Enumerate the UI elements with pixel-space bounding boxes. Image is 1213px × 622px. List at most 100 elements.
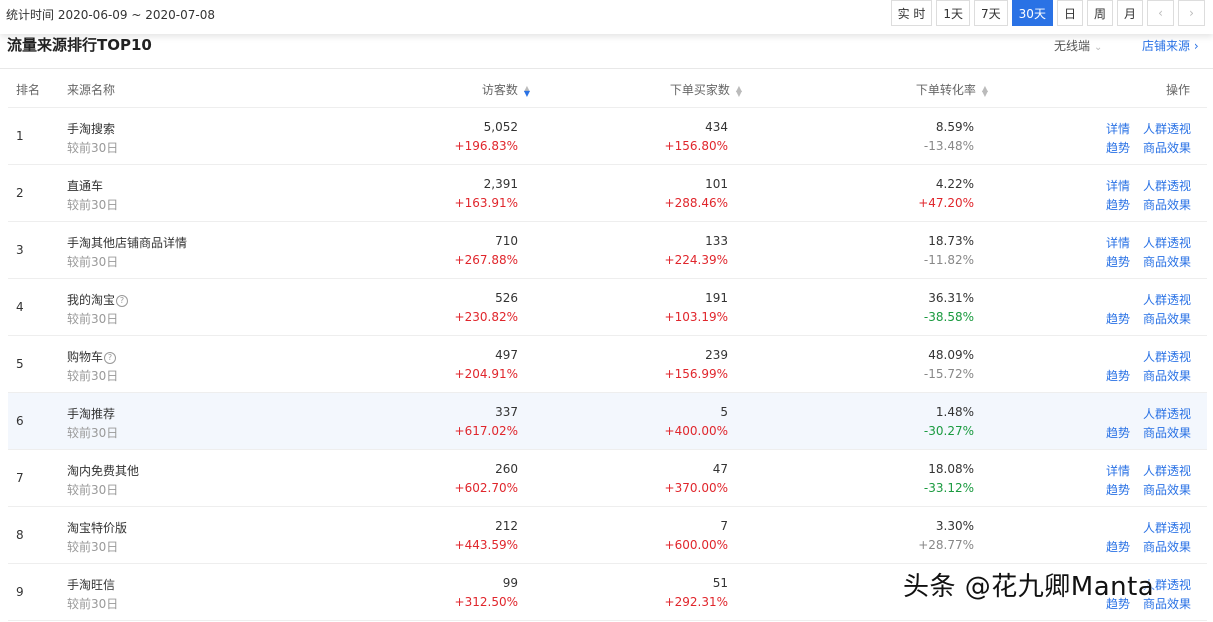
conversion-delta: +28.77% <box>918 538 974 552</box>
goods-effect-link[interactable]: 商品效果 <box>1143 196 1191 213</box>
col-conversion[interactable]: 下单转化率 ▲ ▼ <box>916 81 988 98</box>
buyers-value: 47 <box>712 462 728 476</box>
source-name-text: 直通车 <box>67 179 104 193</box>
visitors-delta: +312.50% <box>454 595 518 609</box>
visitors-value: 99 <box>502 576 518 590</box>
buyers-delta: +156.99% <box>664 367 728 381</box>
buyers-value: 434 <box>705 120 728 134</box>
period-realtime-button[interactable]: 实 时 <box>890 0 933 26</box>
rank-cell: 2 <box>16 186 24 200</box>
table-row: 8 淘宝特价版 较前30日 212 +443.59% 7 +600.00% 3.30% +28.… <box>8 507 1207 564</box>
buyers-value: 5 <box>720 405 728 419</box>
visitors-value: 526 <box>495 291 518 305</box>
trend-link[interactable]: 趋势 <box>1106 367 1130 384</box>
source-name-text: 手淘推荐 <box>67 407 116 421</box>
prev-period-button[interactable]: ‹ <box>1147 0 1174 26</box>
device-dropdown[interactable]: 无线端 ⌄ <box>1054 37 1102 54</box>
visitors-value: 337 <box>495 405 518 419</box>
compare-label: 较前30日 <box>67 540 119 554</box>
crowd-link[interactable]: 人群透视 <box>1143 177 1191 194</box>
conversion-value: 18.73% <box>928 234 974 248</box>
visitors-delta: +617.02% <box>454 424 518 438</box>
source-name: 手淘其他店铺商品详情 <box>67 234 187 251</box>
trend-link[interactable]: 趋势 <box>1106 538 1130 555</box>
crowd-link[interactable]: 人群透视 <box>1143 405 1191 422</box>
source-name: 淘宝特价版 <box>67 519 127 536</box>
buyers-delta: +156.80% <box>664 139 728 153</box>
table-row: 6 手淘推荐 较前30日 337 +617.02% 5 +400.00% 1.48% -30.2… <box>8 393 1207 450</box>
period-1day-button[interactable]: 1天 <box>936 0 971 26</box>
goods-effect-link[interactable]: 商品效果 <box>1143 367 1191 384</box>
rank-cell: 4 <box>16 300 24 314</box>
trend-link[interactable]: 趋势 <box>1106 253 1130 270</box>
compare-label: 较前30日 <box>67 483 119 497</box>
rank-cell: 9 <box>16 585 24 599</box>
trend-link[interactable]: 趋势 <box>1106 196 1130 213</box>
conversion-delta: -11.82% <box>923 253 974 267</box>
source-name: 购物车? <box>67 348 117 365</box>
trend-link[interactable]: 趋势 <box>1106 310 1130 327</box>
help-icon[interactable]: ? <box>104 352 117 364</box>
trend-link[interactable]: 趋势 <box>1106 481 1130 498</box>
crowd-link[interactable]: 人群透视 <box>1143 519 1191 536</box>
visitors-delta: +163.91% <box>454 196 518 210</box>
col-visitors[interactable]: 访客数 ▲ ▼ <box>482 81 530 98</box>
period-30day-button[interactable]: 30天 <box>1011 0 1053 26</box>
rank-cell: 1 <box>16 129 24 143</box>
sort-icon[interactable]: ▲ ▼ <box>982 84 988 97</box>
stat-date-range: 统计时间 2020-06-09 ~ 2020-07-08 <box>6 8 215 22</box>
goods-effect-link[interactable]: 商品效果 <box>1143 310 1191 327</box>
source-name-text: 淘宝特价版 <box>67 521 128 535</box>
detail-link[interactable]: 详情 <box>1106 177 1130 194</box>
source-name: 我的淘宝? <box>67 291 129 308</box>
buyers-value: 191 <box>705 291 728 305</box>
sort-icon[interactable]: ▲ ▼ <box>736 84 742 97</box>
visitors-value: 2,391 <box>483 177 518 191</box>
next-period-button[interactable]: › <box>1178 0 1205 26</box>
conversion-value: 3.30% <box>935 519 974 533</box>
section-title: 流量来源排行TOP10 <box>7 36 152 54</box>
rank-cell: 8 <box>16 528 24 542</box>
source-name-text: 淘内免费其他 <box>67 464 140 478</box>
compare-label: 较前30日 <box>67 597 119 611</box>
shop-source-link[interactable]: 店铺来源 › <box>1142 37 1199 54</box>
col-buyers[interactable]: 下单买家数 ▲ ▼ <box>670 81 742 98</box>
period-week-button[interactable]: 周 <box>1086 0 1113 26</box>
source-name: 手淘旺信 <box>67 576 115 593</box>
period-month-button[interactable]: 月 <box>1116 0 1143 26</box>
period-7day-button[interactable]: 7天 <box>974 0 1008 26</box>
source-name: 直通车 <box>67 177 103 194</box>
chevron-right-icon: › <box>1193 39 1199 53</box>
source-name: 手淘推荐 <box>67 405 115 422</box>
detail-link[interactable]: 详情 <box>1106 462 1130 479</box>
sort-icon[interactable]: ▲ ▼ <box>524 84 530 97</box>
goods-effect-link[interactable]: 商品效果 <box>1143 424 1191 441</box>
goods-effect-link[interactable]: 商品效果 <box>1143 481 1191 498</box>
col-source: 来源名称 <box>67 83 116 97</box>
goods-effect-link[interactable]: 商品效果 <box>1143 538 1191 555</box>
source-name-text: 购物车 <box>67 350 104 364</box>
visitors-delta: +230.82% <box>454 310 518 324</box>
trend-link[interactable]: 趋势 <box>1106 424 1130 441</box>
help-icon[interactable]: ? <box>116 295 129 307</box>
compare-label: 较前30日 <box>67 255 119 269</box>
rank-cell: 5 <box>16 357 24 371</box>
trend-link[interactable]: 趋势 <box>1106 139 1130 156</box>
crowd-link[interactable]: 人群透视 <box>1143 234 1191 251</box>
goods-effect-link[interactable]: 商品效果 <box>1143 139 1191 156</box>
period-day-button[interactable]: 日 <box>1056 0 1083 26</box>
crowd-link[interactable]: 人群透视 <box>1143 462 1191 479</box>
table-row: 7 淘内免费其他 较前30日 260 +602.70% 47 +370.00% 18.08% -… <box>8 450 1207 507</box>
crowd-link[interactable]: 人群透视 <box>1143 291 1191 308</box>
conversion-value: 18.08% <box>928 462 974 476</box>
goods-effect-link[interactable]: 商品效果 <box>1143 253 1191 270</box>
visitors-value: 710 <box>495 234 518 248</box>
crowd-link[interactable]: 人群透视 <box>1143 348 1191 365</box>
conversion-value: 8.59% <box>935 120 974 134</box>
watermark-text: 头条 @花九卿Manta <box>903 572 1155 602</box>
detail-link[interactable]: 详情 <box>1106 120 1130 137</box>
crowd-link[interactable]: 人群透视 <box>1143 120 1191 137</box>
col-buyers-label: 下单买家数 <box>669 83 730 97</box>
detail-link[interactable]: 详情 <box>1106 234 1130 251</box>
source-name: 淘内免费其他 <box>67 462 139 479</box>
